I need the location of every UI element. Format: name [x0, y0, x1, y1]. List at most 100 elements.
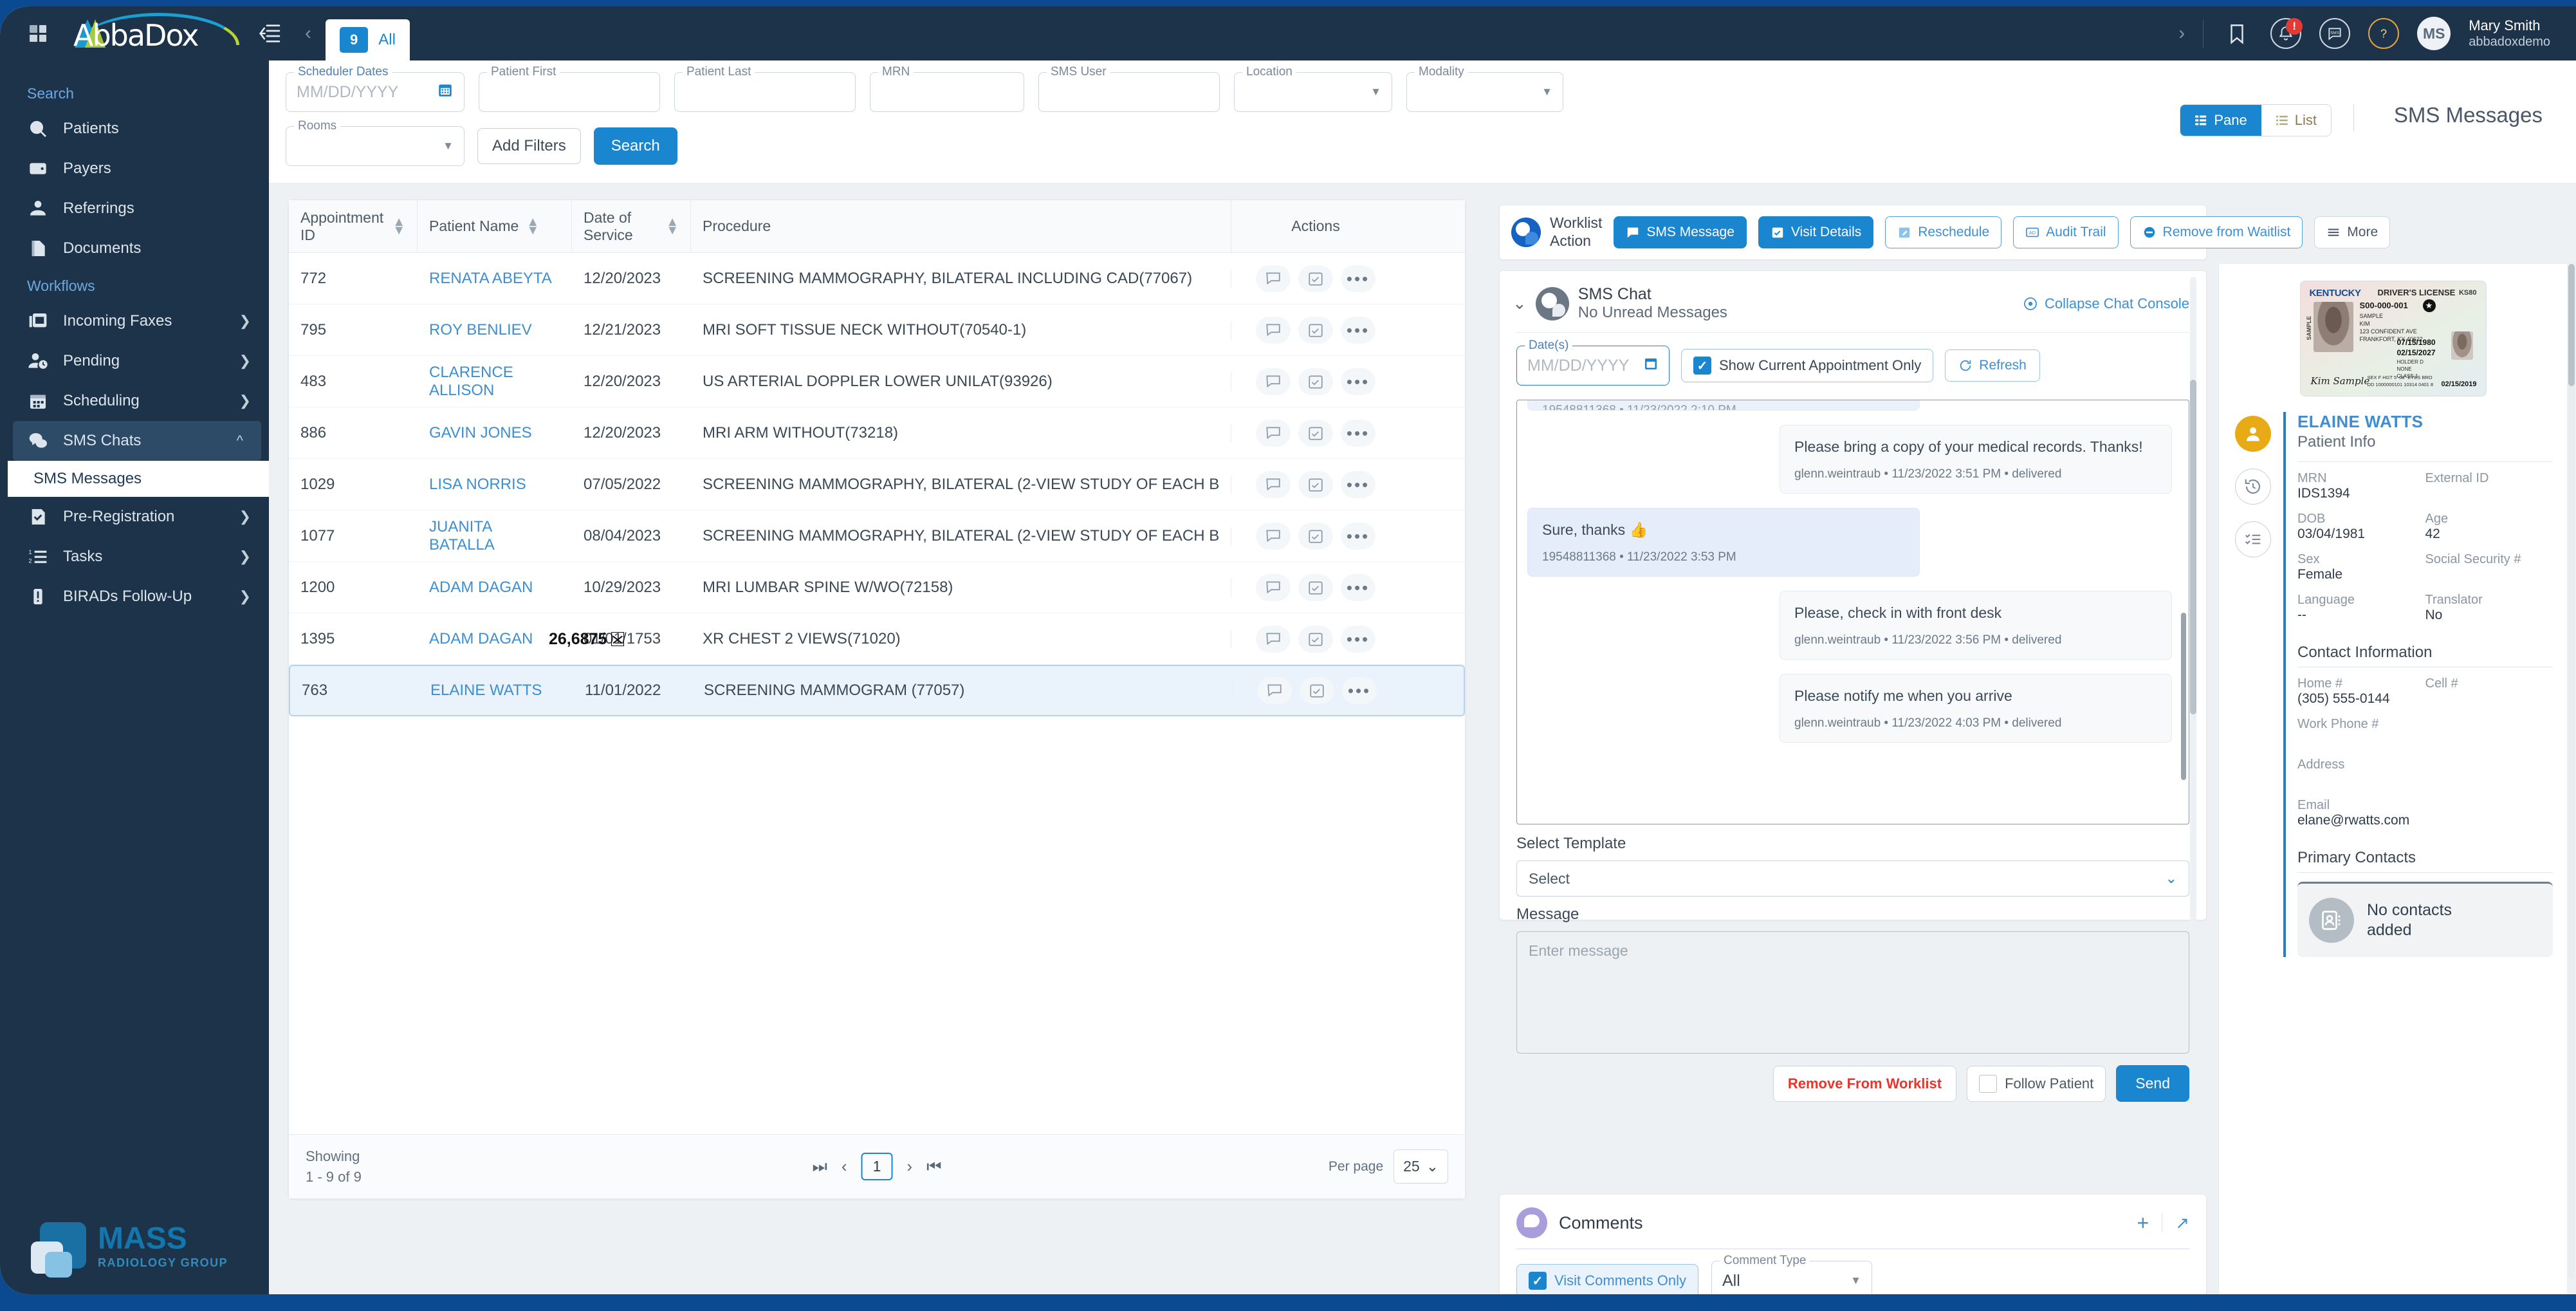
sms-message-button[interactable]: SMS Message	[1614, 216, 1747, 248]
modality-field[interactable]: Modality ▼	[1406, 65, 1563, 112]
follow-patient-checkbox[interactable]: Follow Patient	[1967, 1065, 2106, 1102]
cell-patient-name[interactable]: CLARENCE ALLISON	[418, 364, 572, 400]
row-calendar-icon[interactable]	[1300, 677, 1334, 704]
chevron-down-icon[interactable]: ▼	[443, 140, 454, 153]
chevron-down-icon[interactable]: ⌄	[1513, 293, 1527, 313]
history-icon[interactable]	[2235, 469, 2271, 505]
row-more-icon[interactable]: •••	[1342, 677, 1377, 704]
sidebar-item-incoming-faxes[interactable]: Incoming Faxes ❯	[0, 301, 269, 341]
collapse-chat-console-button[interactable]: Collapse Chat Console	[2023, 295, 2189, 312]
row-more-icon[interactable]: •••	[1341, 573, 1375, 601]
visit-comments-only-checkbox[interactable]: ✓ Visit Comments Only	[1516, 1264, 1698, 1294]
table-row[interactable]: 483 CLARENCE ALLISON 12/20/2023 US ARTERIAL…	[289, 356, 1465, 407]
template-select[interactable]: Select ⌄	[1516, 860, 2189, 897]
row-calendar-icon[interactable]	[1298, 419, 1333, 447]
row-sms-icon[interactable]	[1256, 522, 1291, 550]
cell-patient-name[interactable]: JUANITA BATALLA	[418, 518, 572, 554]
table-row[interactable]: 1077 JUANITA BATALLA 08/04/2023 SCREENING M…	[289, 510, 1465, 562]
row-calendar-icon[interactable]	[1298, 522, 1333, 550]
rooms-field[interactable]: Rooms ▼	[286, 119, 465, 166]
patient-first-field[interactable]: Patient First	[479, 65, 660, 112]
add-filters-button[interactable]: Add Filters	[477, 128, 581, 164]
row-sms-icon[interactable]	[1256, 419, 1291, 447]
reschedule-button[interactable]: Reschedule	[1885, 216, 2002, 248]
cell-patient-name[interactable]: ROY BENLIEV	[418, 321, 572, 339]
chevron-down-icon[interactable]: ▼	[1541, 86, 1552, 98]
tab-sms-worklist[interactable]: 9 All	[326, 19, 410, 60]
show-current-appointment-checkbox[interactable]: ✓ Show Current Appointment Only	[1681, 349, 1934, 382]
sort-icon[interactable]: ▲ ▼	[392, 216, 405, 237]
last-page-icon[interactable]: ⏮	[926, 1157, 941, 1177]
remove-from-worklist-button[interactable]: Remove From Worklist	[1772, 1065, 1957, 1102]
sort-icon[interactable]: ▲ ▼	[666, 216, 679, 237]
row-calendar-icon[interactable]	[1298, 265, 1333, 292]
remove-from-waitlist-button[interactable]: Remove from Waitlist	[2130, 216, 2303, 248]
patient-panel-scrollbar[interactable]	[2568, 264, 2575, 1279]
table-row[interactable]: 1029 LISA NORRIS 07/05/2022 SCREENING MAMMO…	[289, 459, 1465, 510]
chevron-right-icon[interactable]: ›	[2178, 23, 2185, 44]
row-calendar-icon[interactable]	[1298, 470, 1333, 498]
row-more-icon[interactable]: •••	[1341, 316, 1375, 344]
row-calendar-icon[interactable]	[1298, 367, 1333, 395]
row-sms-icon[interactable]	[1256, 573, 1291, 601]
audit-trail-button[interactable]: AD Audit Trail	[2013, 216, 2119, 248]
sidebar-item-referrings[interactable]: Referrings	[0, 189, 269, 228]
row-more-icon[interactable]: •••	[1341, 625, 1375, 653]
center-panel-scrollbar[interactable]	[2190, 277, 2196, 946]
checklist-icon[interactable]	[2235, 521, 2271, 557]
cell-patient-name[interactable]: ELAINE WATTS	[419, 682, 573, 700]
row-sms-icon[interactable]	[1256, 367, 1291, 395]
chat-scrollbar[interactable]	[2181, 613, 2186, 780]
sidebar-item-documents[interactable]: Documents	[0, 228, 269, 268]
sidebar-item-payers[interactable]: Payers	[0, 149, 269, 189]
row-calendar-icon[interactable]	[1298, 573, 1333, 601]
refresh-button[interactable]: Refresh	[1945, 349, 2040, 382]
per-page-select[interactable]: 25 ⌄	[1394, 1149, 1448, 1184]
row-sms-icon[interactable]	[1256, 265, 1291, 292]
person-icon[interactable]	[2235, 416, 2271, 452]
scheduler-dates-input[interactable]: MM/DD/YYYY	[297, 83, 398, 102]
column-header-appointment-id[interactable]: Appointment ID ▲ ▼	[289, 200, 418, 252]
mrn-field[interactable]: MRN	[870, 65, 1024, 112]
page-number[interactable]: 1	[861, 1153, 893, 1180]
notifications-bell-icon[interactable]: !	[2270, 18, 2303, 49]
sidebar-item-pending[interactable]: Pending ❯	[0, 341, 269, 381]
row-sms-icon[interactable]	[1256, 625, 1291, 653]
column-header-date-of-service[interactable]: Date of Service ▲ ▼	[572, 200, 691, 252]
user-identity[interactable]: Mary Smith abbadoxdemo	[2469, 17, 2550, 51]
sidebar-item-scheduling[interactable]: Scheduling ❯	[0, 381, 269, 421]
table-row[interactable]: 763 ELAINE WATTS 11/01/2022 SCREENING MAMMO…	[289, 665, 1465, 716]
first-page-icon[interactable]: ⏭	[813, 1157, 827, 1177]
user-avatar[interactable]: MS	[2417, 17, 2451, 50]
chat-date-input[interactable]: MM/DD/YYYY	[1527, 357, 1629, 375]
sidebar-collapse-icon[interactable]	[256, 20, 283, 47]
sort-icon[interactable]: ▲ ▼	[526, 216, 539, 237]
location-field[interactable]: Location ▼	[1234, 65, 1392, 112]
sidebar-item-pre-registration[interactable]: Pre-Registration ❯	[0, 497, 269, 537]
table-row[interactable]: 795 ROY BENLIEV 12/21/2023 MRI SOFT TISSUE …	[289, 304, 1465, 356]
visit-details-button[interactable]: Visit Details	[1758, 216, 1874, 248]
next-page-icon[interactable]: ›	[906, 1157, 912, 1176]
table-row[interactable]: 1200 ADAM DAGAN 10/29/2023 MRI LUMBAR SPINE…	[289, 562, 1465, 613]
row-calendar-icon[interactable]	[1298, 316, 1333, 344]
sidebar-item-tasks[interactable]: 12 Tasks ❯	[0, 537, 269, 577]
row-more-icon[interactable]: •••	[1341, 470, 1375, 498]
bookmark-icon[interactable]	[2222, 18, 2252, 49]
cell-patient-name[interactable]: ADAM DAGAN	[418, 579, 572, 597]
row-calendar-icon[interactable]	[1298, 625, 1333, 653]
row-more-icon[interactable]: •••	[1341, 265, 1375, 292]
view-pane-button[interactable]: Pane	[2180, 105, 2261, 136]
table-row[interactable]: 886 GAVIN JONES 12/20/2023 MRI ARM WITHOUT(…	[289, 407, 1465, 459]
calendar-icon[interactable]	[437, 82, 454, 103]
row-more-icon[interactable]: •••	[1341, 419, 1375, 447]
row-sms-icon[interactable]	[1256, 316, 1291, 344]
sidebar-item-birads-follow-up[interactable]: BIRADs Follow-Up ❯	[0, 577, 269, 617]
app-grid-icon[interactable]	[30, 25, 46, 42]
sidebar-item-sms-messages[interactable]: SMS Messages	[8, 461, 269, 497]
calendar-icon[interactable]	[1643, 356, 1659, 376]
column-header-patient-name[interactable]: Patient Name ▲ ▼	[418, 200, 572, 252]
view-list-button[interactable]: List	[2261, 105, 2331, 136]
column-header-procedure[interactable]: Procedure	[691, 200, 1231, 252]
cell-patient-name[interactable]: LISA NORRIS	[418, 476, 572, 494]
cell-patient-name[interactable]: RENATA ABEYTA	[418, 270, 572, 288]
